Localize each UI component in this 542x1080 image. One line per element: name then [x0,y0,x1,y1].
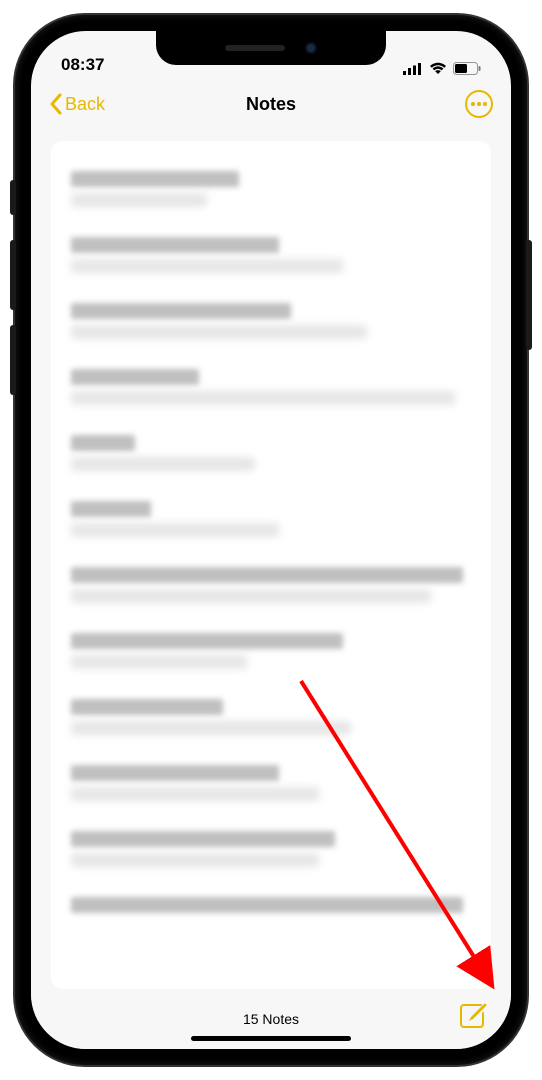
volume-down-button [10,325,16,395]
note-item[interactable] [71,885,471,931]
note-preview-blurred [71,655,247,669]
note-item[interactable] [71,291,471,357]
chevron-left-icon [49,93,63,115]
note-preview-blurred [71,787,319,801]
wifi-icon [429,62,447,75]
note-title-blurred [71,303,291,319]
mute-switch [10,180,16,215]
note-preview-blurred [71,523,279,537]
note-title-blurred [71,699,223,715]
notes-list[interactable] [51,141,491,989]
phone-frame: 08:37 [15,15,527,1065]
battery-icon [453,62,481,75]
power-button [526,240,532,350]
cellular-icon [403,63,423,75]
note-preview-blurred [71,721,351,735]
compose-button[interactable] [457,1001,487,1031]
note-title-blurred [71,501,151,517]
note-item[interactable] [71,489,471,555]
nav-header: Back Notes [31,79,511,129]
note-item[interactable] [71,555,471,621]
note-item[interactable] [71,423,471,489]
content [31,131,511,989]
note-title-blurred [71,765,279,781]
note-item[interactable] [71,687,471,753]
note-preview-blurred [71,853,319,867]
notes-count-label: 15 Notes [243,1011,299,1027]
note-item[interactable] [71,225,471,291]
screen: 08:37 [31,31,511,1049]
note-item[interactable] [71,159,471,225]
note-title-blurred [71,897,463,913]
status-icons [403,62,481,75]
note-preview-blurred [71,193,207,207]
note-preview-blurred [71,325,367,339]
page-title: Notes [246,94,296,115]
note-title-blurred [71,633,343,649]
back-button[interactable]: Back [49,93,105,115]
front-camera [305,42,317,54]
status-time: 08:37 [61,55,104,75]
note-preview-blurred [71,391,455,405]
note-title-blurred [71,237,279,253]
note-preview-blurred [71,259,343,273]
speaker [225,45,285,51]
notch [156,31,386,65]
compose-icon [457,1001,487,1031]
note-item[interactable] [71,819,471,885]
note-title-blurred [71,171,239,187]
note-title-blurred [71,435,135,451]
note-title-blurred [71,369,199,385]
home-indicator[interactable] [191,1036,351,1041]
note-title-blurred [71,567,463,583]
note-item[interactable] [71,753,471,819]
volume-up-button [10,240,16,310]
note-title-blurred [71,831,335,847]
note-item[interactable] [71,621,471,687]
note-preview-blurred [71,589,431,603]
note-item[interactable] [71,357,471,423]
back-label: Back [65,94,105,115]
ellipsis-icon [471,102,487,106]
note-preview-blurred [71,457,255,471]
more-options-button[interactable] [465,90,493,118]
